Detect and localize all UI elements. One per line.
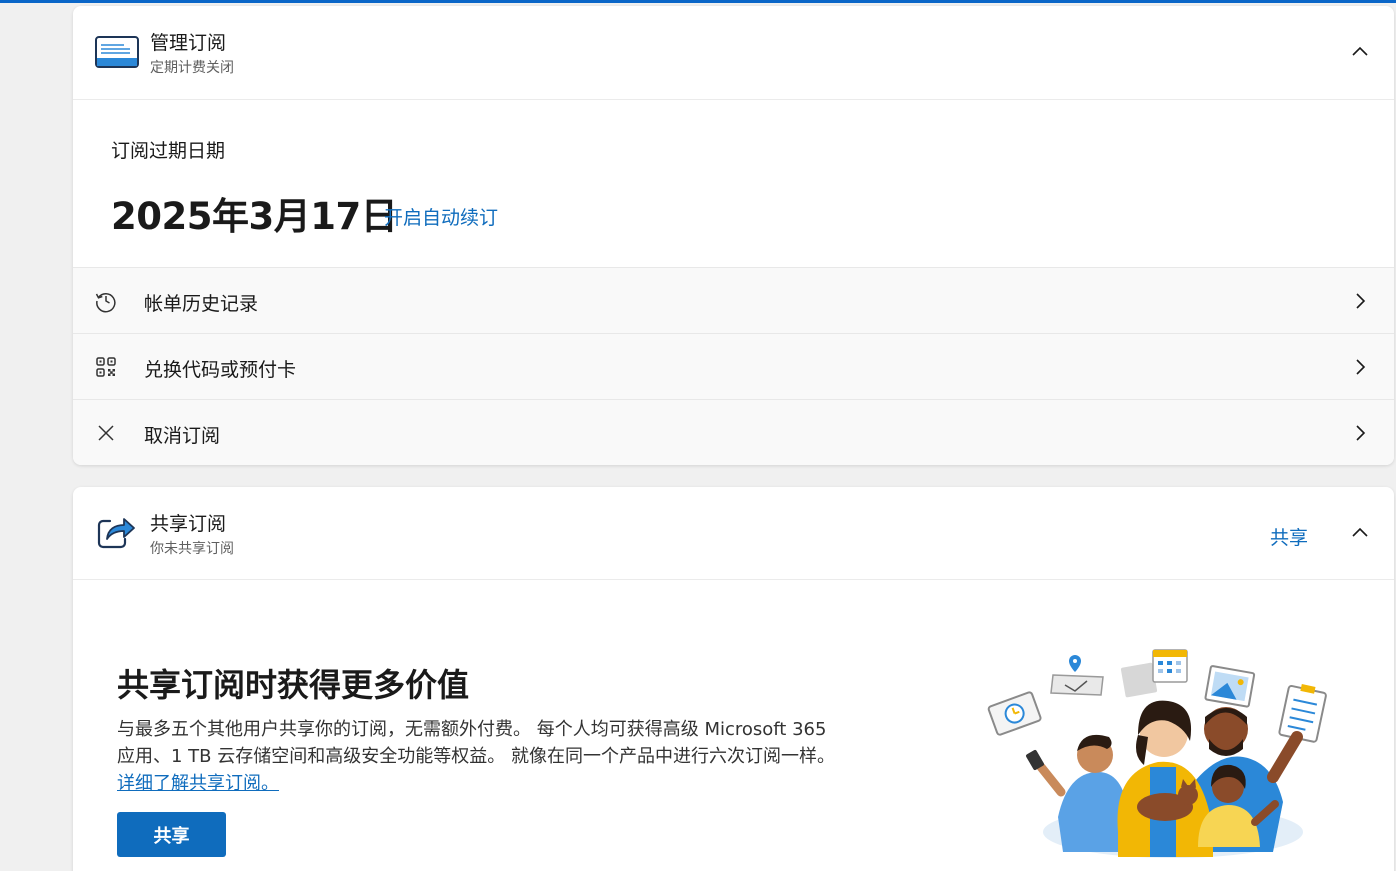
chevron-right-icon: [1356, 293, 1366, 309]
manage-subscription-header[interactable]: 管理订阅 定期计费关闭: [73, 6, 1394, 100]
expiry-date: 2025年3月17日: [111, 195, 398, 238]
history-icon: [95, 293, 116, 313]
learn-more-link[interactable]: 详细了解共享订阅。: [117, 773, 279, 794]
share-subscription-subtitle: 你未共享订阅: [150, 541, 234, 557]
promo-body: 与最多五个其他用户共享你的订阅，无需额外付费。 每个人均可获得高级 Micros…: [117, 716, 847, 797]
redeem-code-row[interactable]: 兑换代码或预付卡: [73, 333, 1394, 399]
share-header-link[interactable]: 共享: [1270, 523, 1308, 550]
promo-title: 共享订阅时获得更多价值: [117, 666, 470, 704]
share-subscription-header[interactable]: 共享订阅 你未共享订阅 共享: [73, 487, 1394, 580]
promo-body-text: 与最多五个其他用户共享你的订阅，无需额外付费。 每个人均可获得高级 Micros…: [117, 719, 835, 767]
manage-subscription-title: 管理订阅: [150, 32, 227, 54]
card-icon: [95, 36, 139, 68]
share-button[interactable]: 共享: [117, 812, 226, 857]
chevron-up-icon[interactable]: [1350, 42, 1370, 62]
qr-code-icon: [96, 357, 116, 377]
cancel-subscription-label: 取消订阅: [144, 425, 221, 447]
expiry-label: 订阅过期日期: [111, 140, 226, 162]
manage-options-list: 帐单历史记录 兑换代码或预付卡 取消订阅: [73, 267, 1394, 465]
billing-history-row[interactable]: 帐单历史记录: [73, 267, 1394, 333]
billing-history-label: 帐单历史记录: [144, 293, 259, 315]
share-subscription-title: 共享订阅: [150, 513, 227, 535]
close-icon: [98, 425, 114, 441]
family-sharing-illustration: [987, 649, 1327, 858]
redeem-code-label: 兑换代码或预付卡: [144, 359, 297, 381]
turn-on-autorenew-link[interactable]: 开启自动续订: [384, 203, 498, 230]
chevron-up-icon[interactable]: [1350, 523, 1370, 543]
chevron-right-icon: [1356, 425, 1366, 441]
manage-subscription-subtitle: 定期计费关闭: [150, 60, 234, 76]
share-subscription-card: 共享订阅 你未共享订阅 共享 共享订阅时获得更多价值 与最多五个其他用户共享你的…: [73, 487, 1394, 871]
top-accent-line: [0, 0, 1396, 3]
cancel-subscription-row[interactable]: 取消订阅: [73, 399, 1394, 465]
chevron-right-icon: [1356, 359, 1366, 375]
share-icon: [97, 518, 135, 549]
manage-subscription-card: 管理订阅 定期计费关闭 订阅过期日期 2025年3月17日 开启自动续订 帐单历…: [73, 6, 1394, 465]
